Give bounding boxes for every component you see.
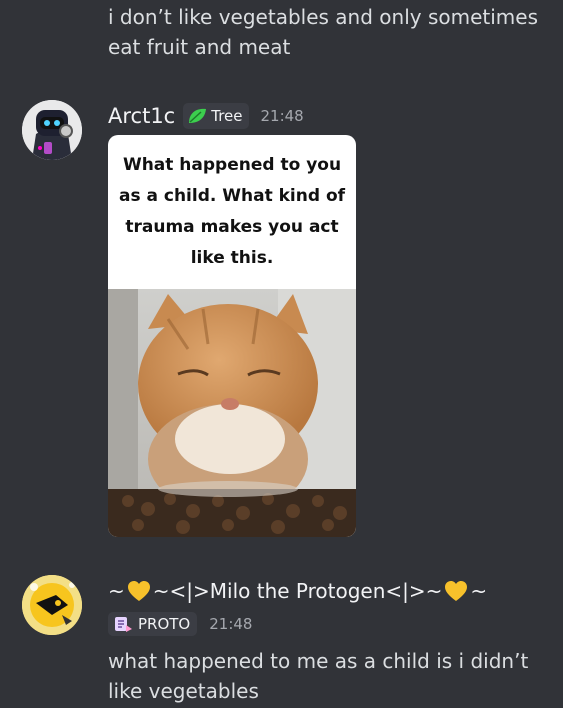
timestamp[interactable]: 21:48 (261, 107, 304, 125)
guild-tag[interactable]: Tree (183, 103, 249, 129)
cat-image (108, 289, 356, 537)
protogen-icon (115, 617, 132, 632)
gif-attachment[interactable]: What happened to you as a child. What ki… (108, 135, 356, 537)
username-text: ~<|>Milo the Protogen<|>~ (152, 579, 443, 603)
yellow-heart-icon (445, 581, 468, 601)
guild-tag-label: Tree (211, 107, 243, 125)
message-meta: PROTO 21:48 (108, 612, 252, 636)
message-text: what happened to me as a child is i didn… (108, 649, 529, 703)
leaf-icon (189, 108, 207, 123)
message-text: i don’t like vegetables and only sometim… (108, 5, 538, 59)
role-label: PROTO (138, 615, 191, 633)
meme-caption: What happened to you as a child. What ki… (118, 155, 346, 268)
avatar[interactable] (22, 575, 82, 635)
username-suffix: ~ (470, 579, 488, 603)
username-prefix: ~ (108, 579, 125, 603)
avatar[interactable] (22, 100, 82, 160)
username[interactable]: ~ ~<|>Milo the Protogen<|>~ ~ (108, 579, 487, 603)
timestamp[interactable]: 21:48 (209, 615, 252, 633)
role-tag[interactable]: PROTO (108, 612, 198, 636)
message-header: Arct1c Tree 21:48 (108, 101, 304, 131)
message-header: ~ ~<|>Milo the Protogen<|>~ ~ (108, 576, 487, 606)
yellow-heart-icon (127, 581, 150, 601)
username[interactable]: Arct1c (108, 104, 175, 128)
